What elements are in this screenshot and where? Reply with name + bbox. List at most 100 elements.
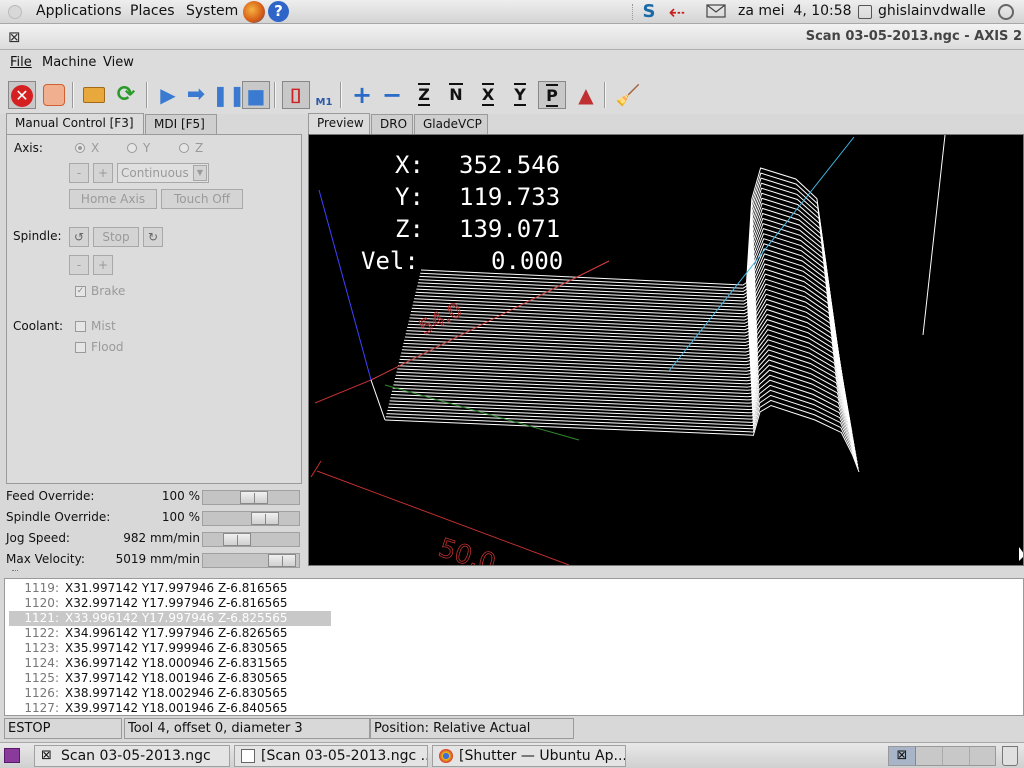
gcode-line-code: X31.997142 Y17.997946 Z-6.816565	[65, 581, 288, 595]
places-menu[interactable]: Places	[130, 3, 175, 19]
gcode-line[interactable]: 1124: X36.997142 Y18.000946 Z-6.831565	[9, 656, 331, 671]
taskbar-item-editor[interactable]: [Scan 03-05-2013.ngc ...	[234, 745, 428, 767]
override-slider[interactable]	[202, 553, 300, 568]
workspace-switcher[interactable]: ⊠	[888, 746, 996, 766]
zoom-out-button[interactable]: −	[378, 81, 406, 109]
axis-y-radio[interactable]	[127, 143, 137, 153]
clear-plot-button[interactable]: 🧹	[614, 81, 642, 109]
taskbar-item-label: [Scan 03-05-2013.ngc ...	[261, 748, 428, 764]
gcode-line[interactable]: 1123: X35.997142 Y17.999946 Z-6.830565	[9, 641, 331, 656]
applications-menu[interactable]: Applications	[36, 3, 122, 19]
gcode-line[interactable]: 1119: X31.997142 Y17.997946 Z-6.816565	[9, 581, 331, 596]
axis-app-icon[interactable]: ⊠	[8, 28, 21, 46]
y-axis-line	[668, 136, 855, 372]
view-p-button[interactable]: P	[538, 81, 566, 109]
scan-line	[388, 384, 858, 459]
help-icon[interactable]: ?	[268, 1, 289, 22]
override-value: 100 %	[161, 510, 200, 524]
slider-thumb[interactable]	[240, 491, 268, 504]
zoom-in-button[interactable]: +	[348, 81, 376, 109]
run-button[interactable]: ▶	[154, 81, 182, 109]
workspace-3[interactable]	[943, 747, 970, 765]
estop-button[interactable]: ✕	[8, 81, 36, 109]
gcode-line[interactable]: 1127: X39.997142 Y18.001946 Z-6.840565	[9, 701, 331, 716]
gcode-listing[interactable]: 1119: X31.997142 Y17.997946 Z-6.816565 112…	[4, 578, 1024, 716]
override-slider[interactable]	[202, 511, 300, 526]
workspace-2[interactable]	[916, 747, 943, 765]
gcode-line[interactable]: 1122: X34.996142 Y17.997946 Z-6.826565	[9, 626, 331, 641]
slider-thumb[interactable]	[268, 554, 296, 567]
show-desktop-icon[interactable]	[4, 748, 20, 763]
slider-thumb[interactable]	[223, 533, 251, 546]
rotate-button[interactable]: ▲	[572, 81, 600, 109]
optional-stop-button[interactable]: M1	[310, 81, 338, 109]
mist-checkbox[interactable]	[75, 321, 86, 332]
menu-machine[interactable]: Machine	[42, 55, 96, 70]
view-y-icon: Y	[514, 83, 526, 106]
step-button[interactable]: ➡	[182, 81, 210, 109]
slider-thumb[interactable]	[251, 512, 279, 525]
menu-view[interactable]: View	[103, 55, 134, 70]
gcode-line[interactable]: 1126: X38.997142 Y18.002946 Z-6.830565	[9, 686, 331, 701]
home-axis-button[interactable]: Home Axis	[69, 189, 157, 209]
flood-checkbox[interactable]	[75, 342, 86, 353]
taskbar-item-axis[interactable]: ⊠ Scan 03-05-2013.ngc	[34, 745, 230, 767]
spindle-plus-button[interactable]: +	[93, 255, 113, 275]
tab-preview[interactable]: Preview	[308, 113, 370, 135]
pane-grip[interactable]	[12, 570, 18, 574]
taskbar-item-browser[interactable]: [Shutter — Ubuntu Ap...	[432, 745, 626, 767]
trash-icon[interactable]	[1002, 746, 1018, 766]
firefox-icon[interactable]	[243, 1, 265, 23]
brake-checkbox[interactable]: ✓	[75, 286, 86, 297]
workspace-1[interactable]: ⊠	[889, 747, 916, 765]
touch-off-button[interactable]: Touch Off	[161, 189, 243, 209]
view-z2-button[interactable]: N	[442, 81, 470, 109]
tab-gladevcp[interactable]: GladeVCP	[414, 114, 488, 135]
power-icon	[43, 84, 65, 106]
system-menu[interactable]: System	[186, 3, 238, 19]
gcode-line[interactable]: 1125: X37.997142 Y18.001946 Z-6.830565	[9, 671, 331, 686]
view-x-button[interactable]: X	[474, 81, 502, 109]
tab-mdi[interactable]: MDI [F5]	[145, 114, 217, 135]
flood-label: Flood	[91, 340, 124, 354]
dro-z-value: 139.071	[459, 215, 561, 243]
spindle-cw-button[interactable]: ↻	[143, 227, 163, 247]
gcode-line-code: X36.997142 Y18.000946 Z-6.831565	[65, 656, 288, 670]
toolpath-preview[interactable]: 54.0 50.0 X: 352.546 Y: 119.733 Z: 139.0…	[308, 134, 1024, 566]
user-name[interactable]: ghislainvdwalle	[878, 3, 986, 19]
axis-z-radio[interactable]	[179, 143, 189, 153]
override-slider[interactable]	[202, 490, 300, 505]
gnome-foot-icon[interactable]	[8, 5, 22, 19]
jog-mode-select[interactable]: Continuous ▼	[117, 163, 209, 183]
spindle-minus-button[interactable]: -	[69, 255, 89, 275]
update-s-icon[interactable]: S	[640, 3, 658, 21]
view-z-button[interactable]: Z	[410, 81, 438, 109]
view-y-button[interactable]: Y	[506, 81, 534, 109]
jog-plus-button[interactable]: +	[93, 163, 113, 183]
menu-file[interactable]: File	[10, 55, 32, 70]
workspace-4[interactable]	[970, 747, 997, 765]
open-button[interactable]	[80, 81, 108, 109]
arrow-back-icon[interactable]: ⇠	[668, 2, 686, 22]
mail-icon[interactable]	[706, 3, 726, 21]
clock[interactable]: za mei 4, 10:58	[738, 3, 852, 19]
tab-dro[interactable]: DRO	[371, 114, 413, 135]
block-delete-button[interactable]: ⌷	[282, 81, 310, 109]
pause-button[interactable]: ❚❚	[212, 81, 246, 109]
spindle-ccw-button[interactable]: ↺	[69, 227, 89, 247]
spindle-label: Spindle:	[13, 229, 62, 243]
override-slider[interactable]	[202, 532, 300, 547]
reload-button[interactable]: ⟳	[112, 81, 140, 109]
chevron-down-icon: ▼	[193, 165, 207, 181]
toolbar-separator	[72, 82, 74, 108]
tab-manual-control[interactable]: Manual Control [F3]	[6, 113, 144, 135]
status-tool: Tool 4, offset 0, diameter 3	[124, 718, 370, 739]
gcode-line[interactable]: 1121: X33.996142 Y17.997946 Z-6.825565	[9, 611, 331, 626]
gcode-line[interactable]: 1120: X32.997142 Y17.997946 Z-6.816565	[9, 596, 331, 611]
stop-button[interactable]: ■	[242, 81, 270, 109]
axis-x-radio[interactable]	[75, 143, 85, 153]
spindle-stop-button[interactable]: Stop	[93, 227, 139, 247]
power-off-icon[interactable]	[998, 4, 1014, 20]
power-button[interactable]	[40, 81, 68, 109]
jog-minus-button[interactable]: -	[69, 163, 89, 183]
